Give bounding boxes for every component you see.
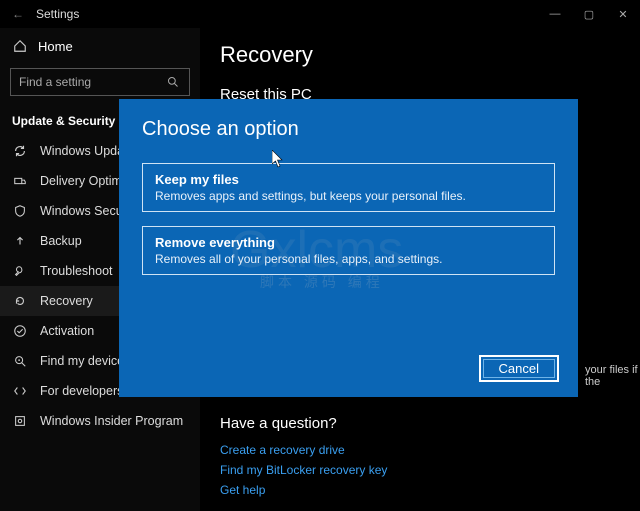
sidebar-item-label: For developers [40,384,123,398]
option-title: Remove everything [155,235,542,250]
recovery-icon [12,293,28,309]
sidebar-home[interactable]: Home [0,32,200,60]
link-create-recovery-drive[interactable]: Create a recovery drive [220,440,620,460]
sidebar-item-label: Activation [40,324,94,338]
search-placeholder: Find a setting [19,75,91,89]
link-get-help[interactable]: Get help [220,480,620,500]
option-keep-my-files[interactable]: Keep my files Removes apps and settings,… [142,163,555,212]
search-input[interactable]: Find a setting [10,68,190,96]
dev-icon [12,383,28,399]
window-title: Settings [30,7,79,21]
sync-icon [12,143,28,159]
truncated-text: your files if the [585,364,640,388]
option-title: Keep my files [155,172,542,187]
dialog-title: Choose an option [142,118,555,141]
minimize-button[interactable]: — [538,0,572,28]
option-desc: Removes all of your personal files, apps… [155,252,542,266]
delivery-icon [12,173,28,189]
cancel-button[interactable]: Cancel [479,355,559,382]
search-icon [165,74,181,90]
option-remove-everything[interactable]: Remove everything Removes all of your pe… [142,226,555,275]
sidebar-item-label: Find my device [40,354,124,368]
sidebar-item-label: Backup [40,234,82,248]
insider-icon [12,413,28,429]
sidebar-item-label: Troubleshoot [40,264,113,278]
sidebar-item-label: Recovery [40,294,93,308]
home-icon [12,38,28,54]
shield-icon [12,203,28,219]
option-desc: Removes apps and settings, but keeps you… [155,189,542,203]
close-button[interactable]: ✕ [606,0,640,28]
backup-icon [12,233,28,249]
link-find-bitlocker-key[interactable]: Find my BitLocker recovery key [220,460,620,480]
maximize-button[interactable]: ▢ [572,0,606,28]
window-controls: — ▢ ✕ [538,0,640,28]
question-header: Have a question? [220,415,620,432]
sidebar-item-label: Windows Insider Program [40,414,183,428]
back-button[interactable]: ← [6,7,30,21]
sidebar-home-label: Home [38,39,73,54]
check-icon [12,323,28,339]
sidebar-item-insider-program[interactable]: Windows Insider Program [0,406,200,436]
find-icon [12,353,28,369]
page-title: Recovery [220,42,620,68]
wrench-icon [12,263,28,279]
reset-pc-dialog: Choose an option Keep my files Removes a… [120,100,577,396]
settings-window: ← Settings — ▢ ✕ Home Find a setting Upd… [0,0,640,511]
